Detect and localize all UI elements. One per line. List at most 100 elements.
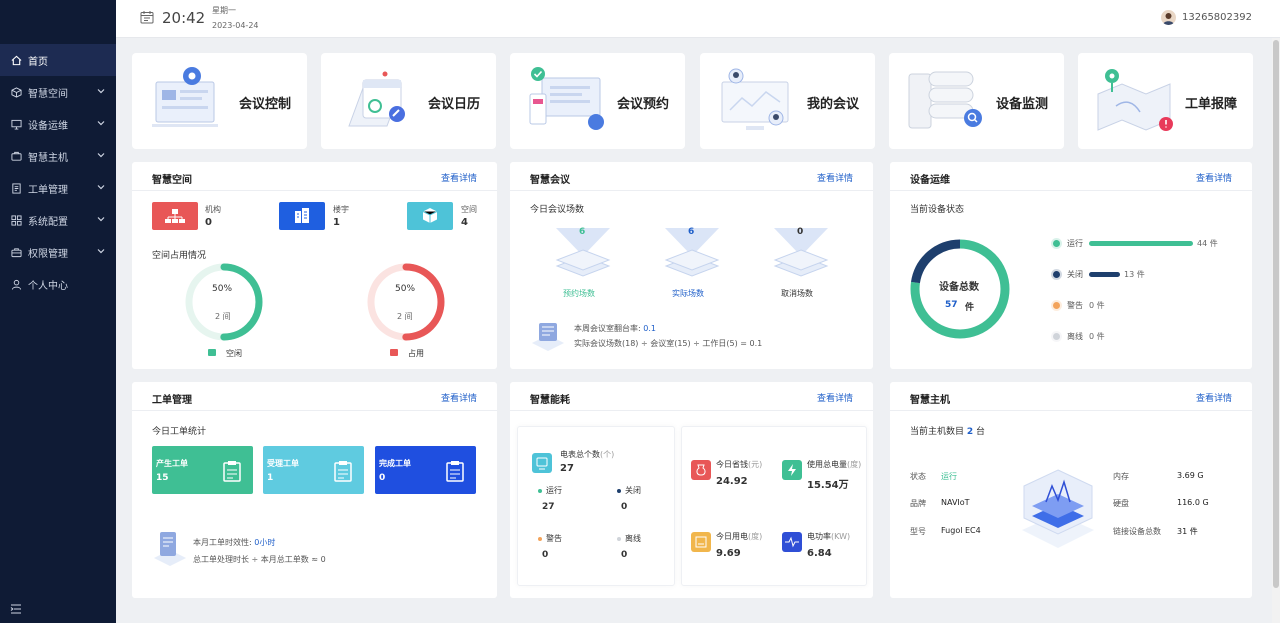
lightning-icon xyxy=(782,460,802,480)
menu-collapse-icon[interactable] xyxy=(10,603,22,615)
panel-title: 工单管理 xyxy=(152,395,192,406)
metric-unit: (度) xyxy=(748,532,763,541)
panel-title: 智慧主机 xyxy=(910,395,950,406)
view-details-link[interactable]: 查看详情 xyxy=(441,391,477,404)
meter-status-label: 离线 xyxy=(617,533,641,544)
wo-label: 产生工单 xyxy=(156,459,188,468)
meeting-control-icon xyxy=(152,67,218,127)
sidebar-item-config[interactable]: 系统配置 xyxy=(0,204,116,236)
money-bag-icon xyxy=(691,460,711,480)
user-icon xyxy=(10,278,22,290)
sidebar-item-label: 设备运维 xyxy=(28,120,68,132)
document-icon xyxy=(10,182,22,194)
wo-label: 完成工单 xyxy=(379,459,411,468)
device-monitor-icon xyxy=(908,71,982,129)
view-details-link[interactable]: 查看详情 xyxy=(441,171,477,184)
card-accepted-orders[interactable]: 受理工单 1 xyxy=(263,446,364,494)
efficiency-label: 本月工单时效性: 0小时 xyxy=(193,537,275,548)
tile-my-meeting[interactable]: 我的会议 xyxy=(700,53,875,149)
panel-smart-energy: 智慧能耗 查看详情 电表总个数(个) 27 运行 27 关闭 0 警告 0 离线… xyxy=(510,382,873,598)
metric-value: 15.54万 xyxy=(807,480,849,491)
user-menu[interactable]: 13265802392 xyxy=(1161,10,1252,25)
sidebar-item-label: 个人中心 xyxy=(28,280,68,292)
metric-value: 24.92 xyxy=(716,476,748,487)
device-status-count: 0 件 xyxy=(1089,301,1105,310)
host-attr-value: Fugol EC4 xyxy=(941,526,981,535)
panel-smart-space: 智慧空间 查看详情 机构 0 楼宇 1 空间 4 空间占用情况 50% 2 间 … xyxy=(132,162,497,369)
sidebar-item-permission[interactable]: 权限管理 xyxy=(0,236,116,268)
view-details-link[interactable]: 查看详情 xyxy=(817,171,853,184)
idle-percent: 50% xyxy=(212,284,233,294)
metric-unit: (KW) xyxy=(831,532,851,541)
sidebar-nav: 首页 智慧空间 设备运维 智慧主机 工单管理 系统配置 权限管理 个人中心 xyxy=(0,44,116,300)
efficiency-formula: 总工单处理时长 ÷ 本月总工单数 ≈ 0 xyxy=(193,555,326,564)
avatar xyxy=(1161,10,1176,25)
stat-value: 0 xyxy=(205,217,212,228)
metric-label: 今日省钱(元) xyxy=(716,459,762,470)
status-label-text: 运行 xyxy=(546,486,562,495)
tile-label: 我的会议 xyxy=(807,97,860,112)
meter-card: 电表总个数(个) 27 运行 27 关闭 0 警告 0 离线 0 xyxy=(517,426,675,586)
clock-time: 20:42 xyxy=(162,9,206,27)
idle-donut xyxy=(185,263,263,341)
view-details-link[interactable]: 查看详情 xyxy=(1196,391,1232,404)
host-attr-label: 状态 xyxy=(910,472,926,481)
sidebar-item-host[interactable]: 智慧主机 xyxy=(0,140,116,172)
status-label-text: 关闭 xyxy=(625,486,641,495)
panel-divider xyxy=(890,410,1252,411)
tile-meeting-calendar[interactable]: 会议日历 xyxy=(321,53,496,149)
occupied-donut xyxy=(367,263,445,341)
host-attr-label: 链接设备总数 xyxy=(1113,527,1161,536)
meeting-value: 6 xyxy=(688,227,695,237)
sidebar-item-home[interactable]: 首页 xyxy=(0,44,116,76)
turnover-formula: 实际会议场数(18) ÷ 会议室(15) ÷ 工作日(5) = 0.1 xyxy=(574,339,763,348)
username: 13265802392 xyxy=(1182,12,1252,23)
metric-unit: (度) xyxy=(847,460,862,469)
device-status-label: 关闭 xyxy=(1067,270,1083,279)
stat-label: 空间 xyxy=(461,205,477,214)
efficiency-value: 0小时 xyxy=(254,538,276,547)
host-attr-value: NAVIoT xyxy=(941,498,970,507)
current-date: 2023-04-24 xyxy=(212,21,259,30)
calendar-icon xyxy=(140,11,154,24)
status-dot xyxy=(617,488,621,493)
device-status-count: 13 件 xyxy=(1124,270,1145,279)
scroll-thumb[interactable] xyxy=(1273,40,1279,588)
stat-label: 机构 xyxy=(205,205,221,214)
meeting-value: 6 xyxy=(579,227,586,237)
idle-label: 空闲 xyxy=(226,349,242,358)
meter-icon xyxy=(532,453,552,473)
host-attr-label: 硬盘 xyxy=(1113,499,1129,508)
metric-label-text: 使用总电量 xyxy=(807,460,847,469)
host-attr-label: 型号 xyxy=(910,527,926,536)
tile-device-monitor[interactable]: 设备监测 xyxy=(889,53,1064,149)
host-count-label: 当前主机数目 xyxy=(910,427,965,437)
tile-label: 工单报障 xyxy=(1185,97,1238,112)
sidebar-item-space[interactable]: 智慧空间 xyxy=(0,76,116,108)
sidebar-item-device[interactable]: 设备运维 xyxy=(0,108,116,140)
clipboard-icon xyxy=(334,461,352,482)
metric-label: 今日用电(度) xyxy=(716,531,762,542)
device-subtitle: 当前设备状态 xyxy=(910,205,965,215)
sidebar-item-profile[interactable]: 个人中心 xyxy=(0,268,116,300)
turnover-label: 本周会议室翻台率: 0.1 xyxy=(574,323,656,334)
meter-status-value: 27 xyxy=(542,502,555,512)
occupied-count: 2 间 xyxy=(397,312,413,321)
weekday: 星期一 xyxy=(212,6,236,15)
view-details-link[interactable]: 查看详情 xyxy=(1196,171,1232,184)
card-completed-orders[interactable]: 完成工单 0 xyxy=(375,446,476,494)
sidebar: 首页 智慧空间 设备运维 智慧主机 工单管理 系统配置 权限管理 个人中心 xyxy=(0,0,116,623)
meter-status-value: 0 xyxy=(621,550,628,560)
host-attr-value: 31 件 xyxy=(1177,527,1198,536)
reservation-icon xyxy=(529,67,604,130)
sidebar-item-label: 系统配置 xyxy=(28,216,68,228)
scrollbar[interactable] xyxy=(1272,38,1280,623)
header: 20:42 星期一 2023-04-24 13265802392 xyxy=(116,0,1280,38)
tile-meeting-control[interactable]: 会议控制 xyxy=(132,53,307,149)
sidebar-item-workorder[interactable]: 工单管理 xyxy=(0,172,116,204)
tile-fault-report[interactable]: 工单报障 xyxy=(1078,53,1253,149)
card-created-orders[interactable]: 产生工单 15 xyxy=(152,446,253,494)
tile-meeting-reservation[interactable]: 会议预约 xyxy=(510,53,685,149)
fault-report-icon xyxy=(1097,69,1173,131)
view-details-link[interactable]: 查看详情 xyxy=(817,391,853,404)
